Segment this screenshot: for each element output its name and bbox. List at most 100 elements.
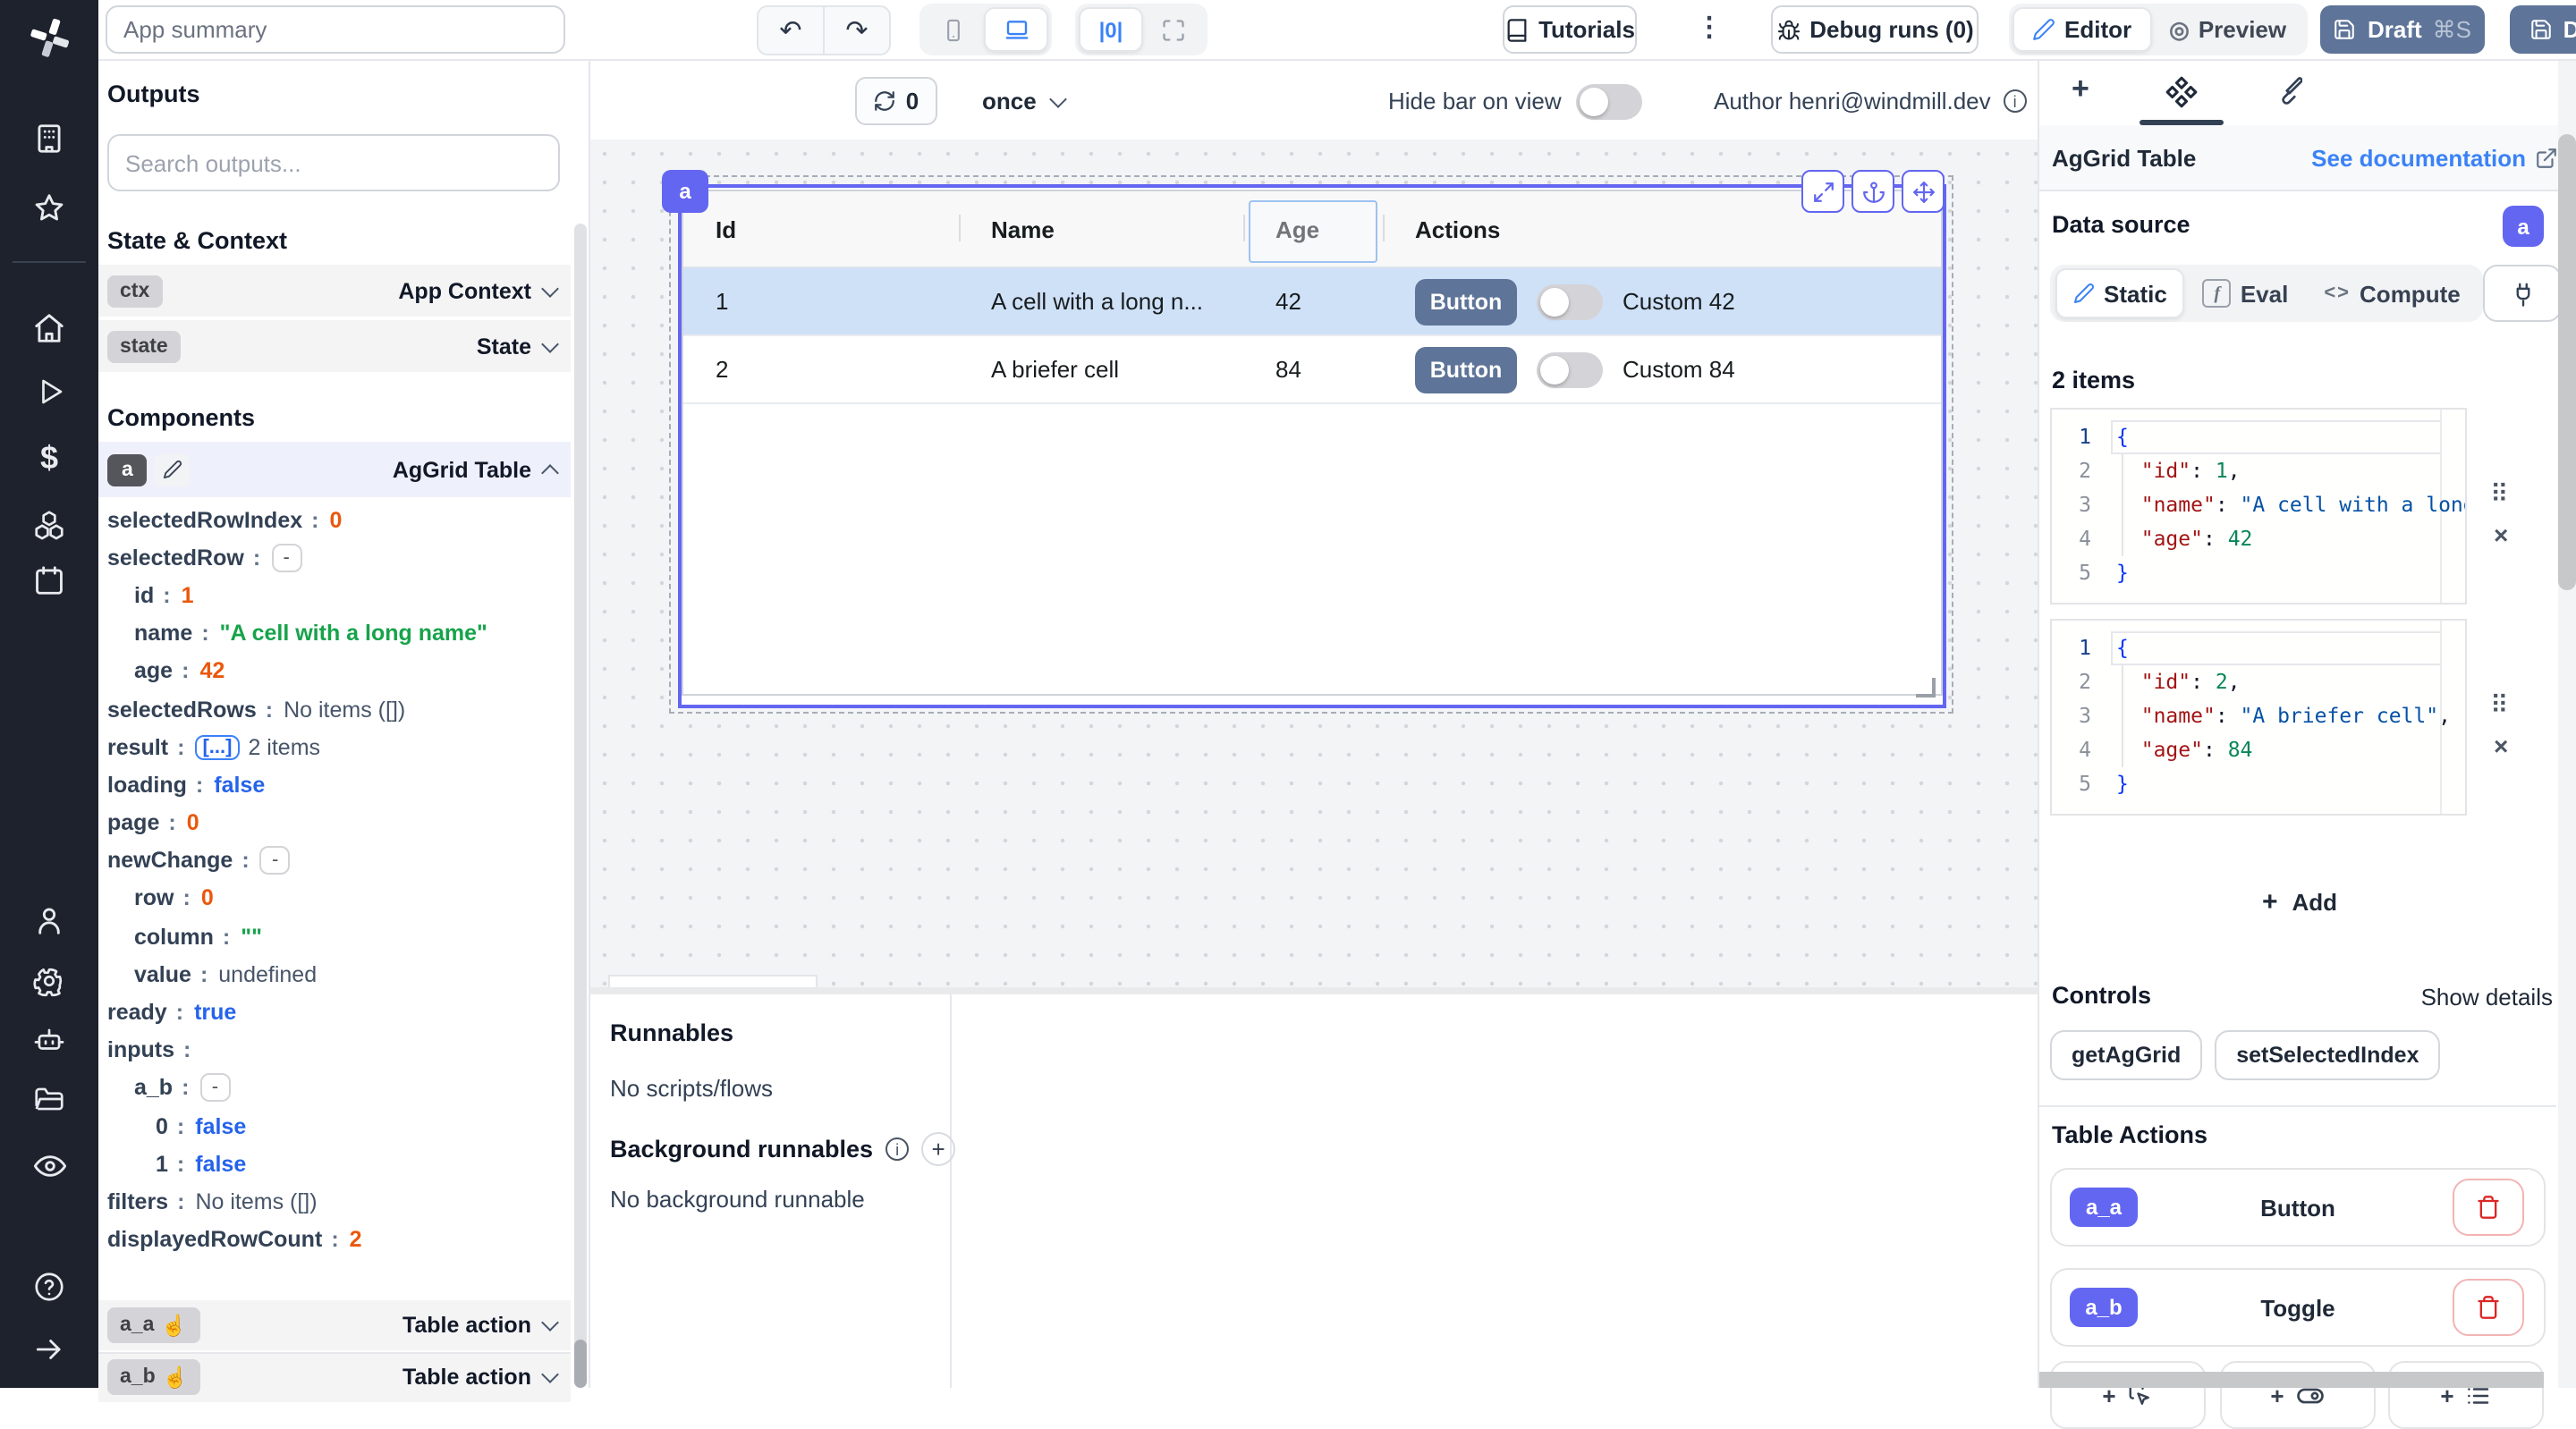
output-property-row[interactable]: page:0	[98, 804, 571, 841]
collapse-arrow-icon[interactable]	[0, 1332, 98, 1366]
output-property-row[interactable]: inputs:	[98, 1031, 571, 1069]
output-property-row[interactable]: newChange:-	[98, 841, 571, 879]
output-property-row[interactable]: selectedRows:No items ([])	[98, 690, 571, 728]
editor-code[interactable]: { "id": 2, "name": "A briefer cell", "ag…	[2116, 621, 2465, 801]
draft-button[interactable]: Draft ⌘S	[2320, 5, 2485, 54]
home-icon[interactable]	[0, 311, 98, 345]
editor-code[interactable]: { "id": 1, "name": "A cell with a long "…	[2116, 410, 2465, 590]
refresh-button[interactable]: 0	[855, 77, 937, 125]
remove-item-icon[interactable]: ×	[2494, 520, 2508, 549]
component-header-row[interactable]: a AgGrid Table	[98, 442, 571, 497]
mode-static-button[interactable]: Static	[2055, 268, 2185, 318]
variables-dollar-icon[interactable]: $	[0, 440, 98, 478]
outputs-scrollbar-thumb[interactable]	[574, 1340, 587, 1388]
show-details-link[interactable]: Show details	[2421, 984, 2553, 1010]
table-header-cell[interactable]: Name	[959, 191, 1243, 266]
output-property-row[interactable]: ready:true	[98, 994, 571, 1031]
output-property-row[interactable]: displayedRowCount:2	[98, 1221, 571, 1258]
search-outputs-input[interactable]: Search outputs...	[107, 134, 560, 191]
output-property-row[interactable]: selectedRow:-	[98, 538, 571, 576]
table-header-cell[interactable]: Actions	[1383, 191, 1928, 266]
json-item-editor[interactable]: 12345{ "id": 2, "name": "A briefer cell"…	[2050, 619, 2467, 816]
resize-handle[interactable]	[1916, 678, 1936, 698]
column-separator[interactable]	[1243, 215, 1245, 241]
output-property-row[interactable]: row:0	[98, 880, 571, 917]
styling-brush-tab[interactable]	[2270, 75, 2302, 107]
drag-handle-icon[interactable]: ⠿	[2490, 479, 2509, 510]
output-property-row[interactable]: age:42	[98, 653, 571, 690]
app-summary-input[interactable]: App summary	[106, 5, 565, 54]
center-align-button[interactable]: |0|	[1079, 7, 1143, 52]
debug-runs-button[interactable]: Debug runs (0)	[1771, 5, 1979, 54]
schedules-calendar-icon[interactable]	[0, 563, 98, 597]
drag-handle-icon[interactable]: ⠿	[2490, 690, 2509, 721]
column-separator[interactable]	[1383, 215, 1385, 241]
horizontal-scrollbar[interactable]	[2039, 1372, 2544, 1388]
move-component-button[interactable]	[1902, 170, 1945, 213]
info-icon[interactable]: i	[2004, 89, 2027, 113]
outputs-scrollbar[interactable]	[574, 224, 587, 1388]
deploy-button[interactable]: Deploy	[2510, 5, 2576, 54]
control-button[interactable]: getAgGrid	[2050, 1030, 2202, 1080]
delete-action-button[interactable]	[2453, 1179, 2524, 1236]
output-property-row[interactable]: 0:false	[98, 1107, 571, 1145]
table-action-output-row[interactable]: a_b☝Table action	[98, 1352, 571, 1402]
row-action-toggle[interactable]	[1537, 283, 1603, 319]
table-action-output-row[interactable]: a_a☝Table action	[98, 1300, 571, 1350]
output-property-row[interactable]: loading:false	[98, 766, 571, 804]
row-action-button[interactable]: Button	[1415, 278, 1517, 325]
fullwidth-button[interactable]	[1143, 7, 1204, 52]
rename-pencil-icon[interactable]	[155, 453, 191, 486]
redo-button[interactable]: ↷	[825, 7, 889, 54]
kebab-menu-icon[interactable]: ⋮	[1696, 11, 1723, 43]
app-canvas[interactable]: a IdNameAgeActions 1A cell with a long n…	[590, 140, 2038, 987]
desktop-view-button[interactable]	[984, 7, 1048, 52]
mobile-view-button[interactable]	[923, 7, 984, 52]
component-settings-tab[interactable]	[2165, 75, 2199, 109]
add-item-button[interactable]: +Add	[2039, 887, 2560, 917]
output-property-row[interactable]: a_b:-	[98, 1070, 571, 1107]
insert-component-tab[interactable]: +	[2072, 72, 2089, 107]
workers-robot-icon[interactable]	[0, 1023, 98, 1057]
folders-icon[interactable]	[0, 1082, 98, 1116]
expand-component-button[interactable]	[1801, 170, 1844, 213]
collapse-chip[interactable]: -	[271, 544, 301, 572]
workspace-icon[interactable]	[0, 122, 98, 156]
connect-plug-button[interactable]	[2483, 265, 2562, 322]
output-property-row[interactable]: name:"A cell with a long name"	[98, 614, 571, 652]
editor-tab[interactable]: Editor	[2012, 7, 2151, 52]
ctx-row[interactable]: ctx App Context	[98, 265, 571, 317]
refresh-mode-select[interactable]: once	[982, 77, 1065, 125]
column-separator[interactable]	[959, 215, 961, 241]
row-action-button[interactable]: Button	[1415, 346, 1517, 393]
runs-play-icon[interactable]	[0, 376, 98, 408]
collapse-chip[interactable]: -	[260, 847, 291, 875]
output-property-row[interactable]: value:undefined	[98, 956, 571, 994]
state-row[interactable]: state State	[98, 320, 571, 372]
user-icon[interactable]	[0, 903, 98, 937]
info-icon[interactable]: i	[886, 1137, 909, 1161]
delete-action-button[interactable]	[2453, 1279, 2524, 1336]
tutorials-button[interactable]: Tutorials	[1503, 5, 1637, 54]
preview-tab[interactable]: ◎ Preview	[2151, 7, 2304, 52]
output-property-row[interactable]: id:1	[98, 577, 571, 614]
add-background-runnable-button[interactable]: +	[921, 1132, 955, 1166]
row-action-toggle[interactable]	[1537, 351, 1603, 387]
table-header-cell[interactable]: Id	[683, 191, 959, 266]
component-canvas-badge[interactable]: a	[662, 170, 708, 213]
table-row[interactable]: 1A cell with a long n...42ButtonCustom 4…	[683, 268, 1941, 336]
horizontal-splitter[interactable]	[590, 987, 2038, 994]
mode-eval-button[interactable]: fEval	[2185, 270, 2307, 317]
undo-button[interactable]: ↶	[758, 7, 825, 54]
see-documentation-link[interactable]: See documentation	[2311, 144, 2558, 171]
output-property-row[interactable]: 1:false	[98, 1145, 571, 1182]
output-property-row[interactable]: filters:No items ([])	[98, 1183, 571, 1221]
json-item-editor[interactable]: 12345{ "id": 1, "name": "A cell with a l…	[2050, 408, 2467, 605]
resources-boxes-icon[interactable]	[0, 508, 98, 542]
settings-gear-icon[interactable]	[0, 964, 98, 998]
output-property-row[interactable]: result:[...]2 items	[98, 728, 571, 765]
audit-eye-icon[interactable]	[0, 1148, 98, 1184]
selected-component[interactable]: IdNameAgeActions 1A cell with a long n..…	[678, 184, 1946, 708]
mode-compute-button[interactable]: <>Compute	[2306, 270, 2478, 317]
help-icon[interactable]	[0, 1270, 98, 1304]
